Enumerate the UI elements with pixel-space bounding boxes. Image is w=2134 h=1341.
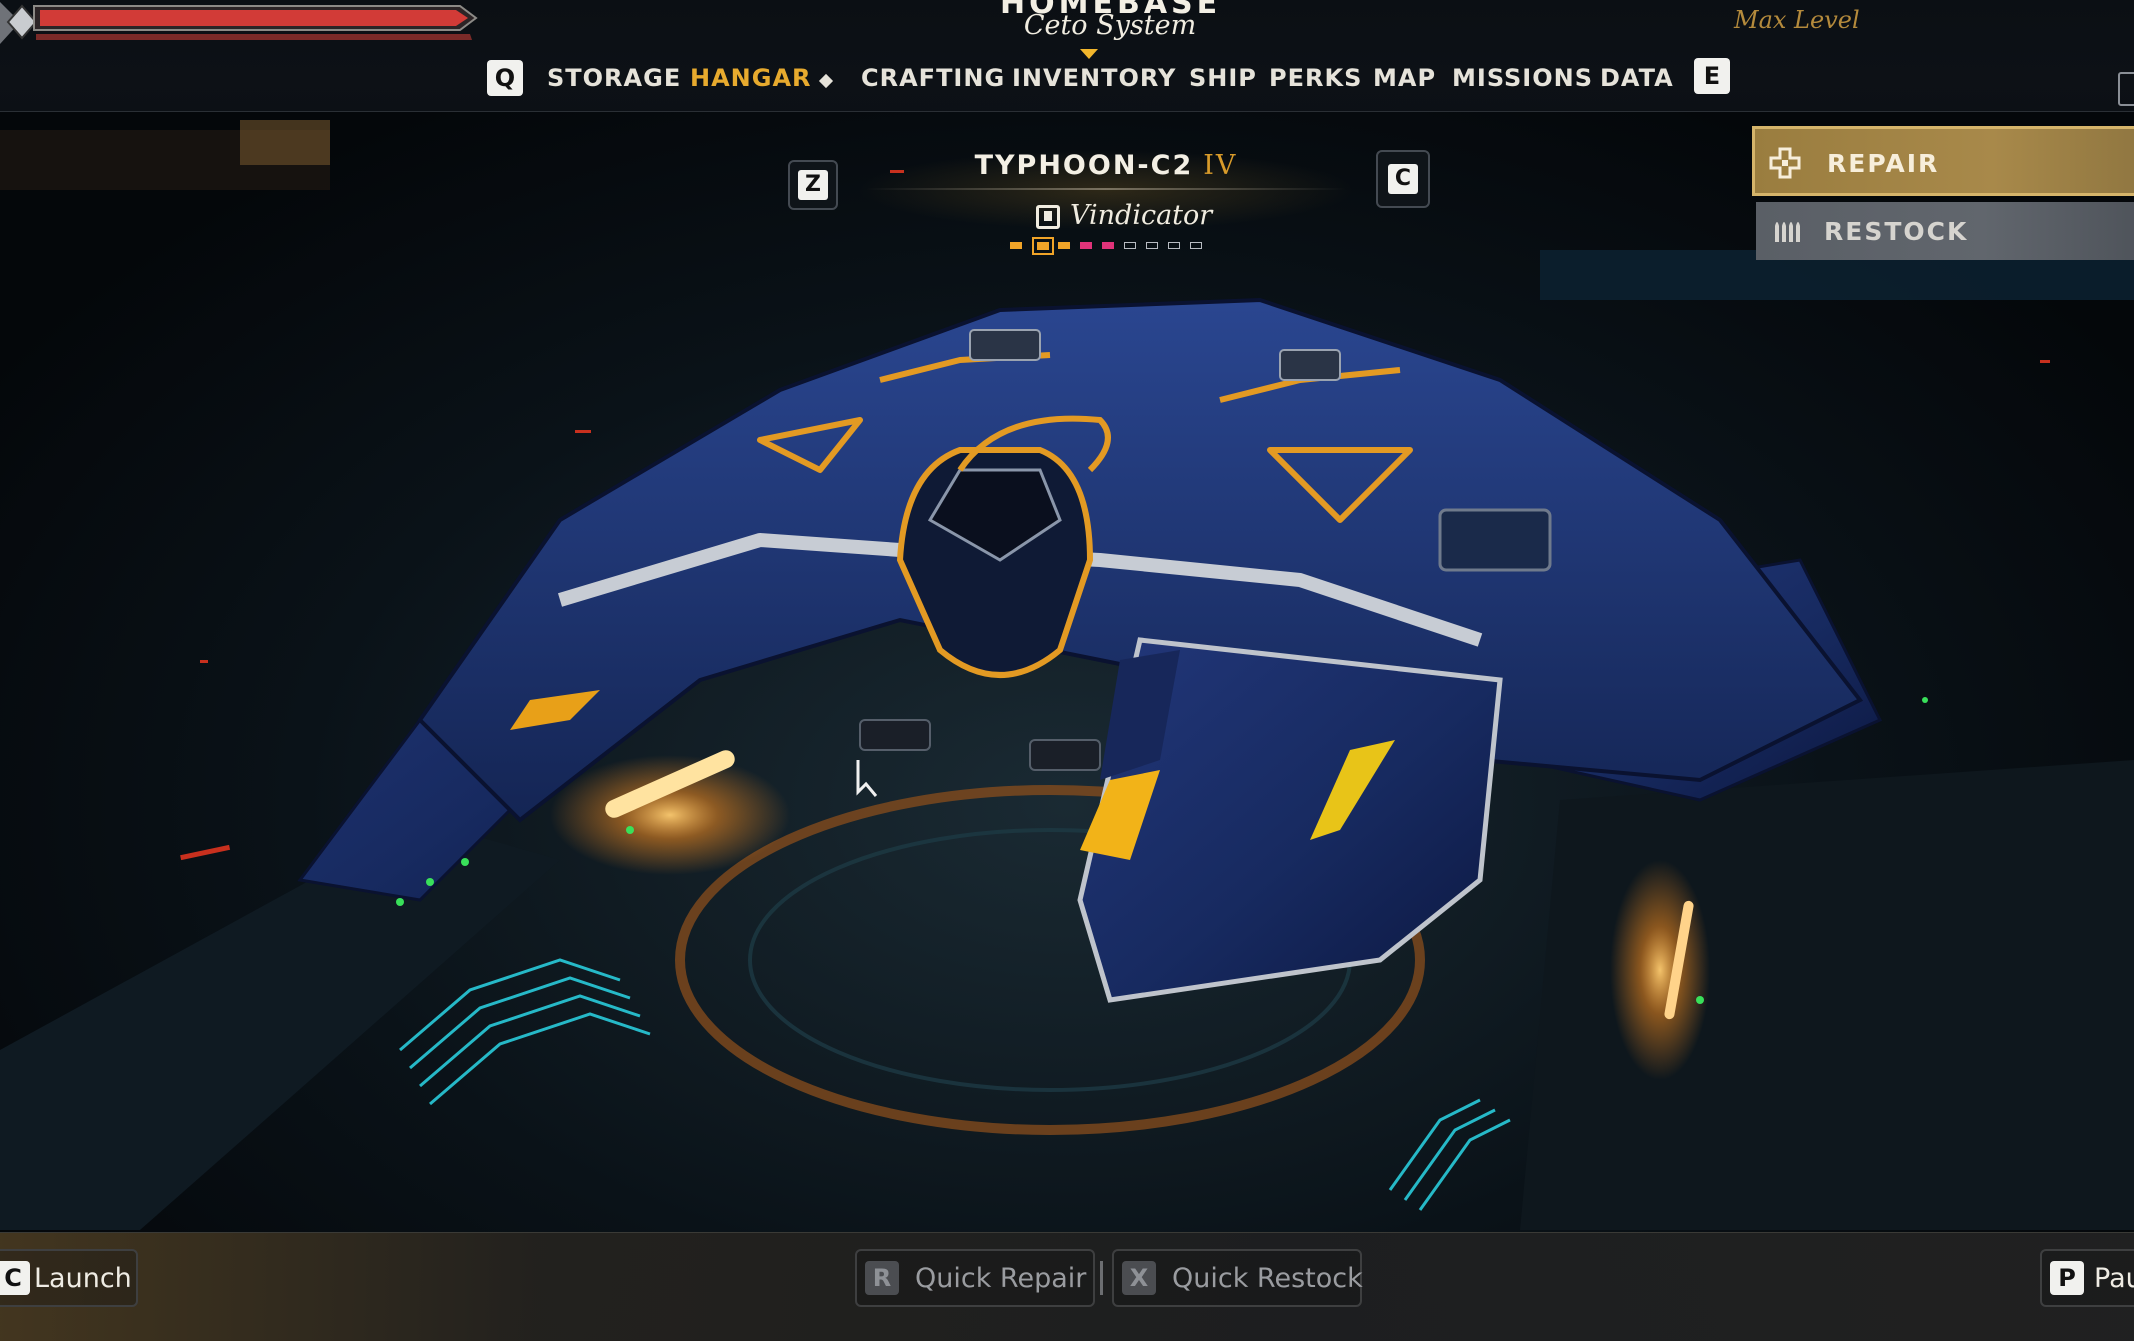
tab-inventory[interactable]: INVENTORY <box>1012 64 1176 92</box>
launch-label: Launch <box>34 1263 132 1294</box>
tab-storage[interactable]: STORAGE <box>547 64 681 92</box>
bottom-hint-bar: C Launch R Quick Repair X Quick Restock … <box>0 1232 2134 1341</box>
tab-ship[interactable]: SHIP <box>1189 64 1257 92</box>
tab-data[interactable]: DATA <box>1600 64 1674 92</box>
pause-label: Pause <box>2094 1263 2134 1294</box>
quick-repair-label: Quick Repair <box>915 1263 1087 1294</box>
location-subtitle: Ceto System <box>1023 10 1197 41</box>
ship-selector-pip[interactable] <box>1010 242 1022 249</box>
quick-repair-key: R <box>865 1261 899 1295</box>
restock-label: RESTOCK <box>1824 217 1969 246</box>
quick-restock-label: Quick Restock <box>1172 1263 1363 1294</box>
wrench-plus-icon <box>1769 147 1801 179</box>
ship-selector-pip[interactable] <box>1058 242 1070 249</box>
launch-hint[interactable]: C Launch <box>0 1249 138 1307</box>
ship-selector-pip[interactable] <box>1032 237 1054 255</box>
pause-key: P <box>2050 1261 2084 1295</box>
ship-selector-pip[interactable] <box>1146 242 1158 249</box>
repair-label: REPAIR <box>1827 149 1940 178</box>
ship-name-line: TYPHOON-C2 IV <box>786 150 1426 181</box>
pause-hint[interactable]: P Pause <box>2040 1249 2134 1307</box>
health-bar <box>0 2 478 44</box>
ship-selector-pip[interactable] <box>1168 242 1180 249</box>
tab-hangar[interactable]: HANGAR <box>690 64 812 92</box>
ship-selector-pip[interactable] <box>1124 242 1136 249</box>
tab-perks[interactable]: PERKS <box>1269 64 1362 92</box>
ship-header: TYPHOON-C2 IV Vindicator <box>786 150 1426 260</box>
ship-selector-pip[interactable] <box>1102 242 1114 249</box>
divider <box>866 188 1346 190</box>
ship-name: TYPHOON-C2 <box>974 150 1194 181</box>
tab-crafting[interactable]: CRAFTING <box>861 64 1005 92</box>
launch-key: C <box>0 1261 30 1295</box>
next-tab-key[interactable]: E <box>1694 58 1730 94</box>
level-text: Max Level <box>1734 6 1860 34</box>
top-bar: HOMEBASE Ceto System Max Level Q STORAGE… <box>0 0 2134 112</box>
main-nav: Q STORAGE HANGAR CRAFTING INVENTORY SHIP… <box>0 56 2134 104</box>
repair-button[interactable]: REPAIR <box>1752 126 2134 196</box>
quick-restock-key: X <box>1122 1261 1156 1295</box>
prev-tab-key[interactable]: Q <box>487 60 523 96</box>
tab-map[interactable]: MAP <box>1373 64 1436 92</box>
ship-selector-pip[interactable] <box>1190 242 1202 249</box>
ship-tier: IV <box>1203 150 1238 181</box>
restock-button[interactable]: RESTOCK <box>1756 202 2134 260</box>
ship-class: Vindicator <box>1070 200 1213 231</box>
tab-missions[interactable]: MISSIONS <box>1452 64 1593 92</box>
quick-repair-hint[interactable]: R Quick Repair <box>855 1249 1095 1307</box>
tab-separator-dot <box>818 73 834 89</box>
quick-restock-hint[interactable]: X Quick Restock <box>1112 1249 1363 1307</box>
emblem-icon <box>1036 205 1060 229</box>
ship-selector-pip[interactable] <box>1080 242 1092 249</box>
ammo-icon <box>1775 222 1800 242</box>
hint-separator <box>1100 1261 1103 1295</box>
